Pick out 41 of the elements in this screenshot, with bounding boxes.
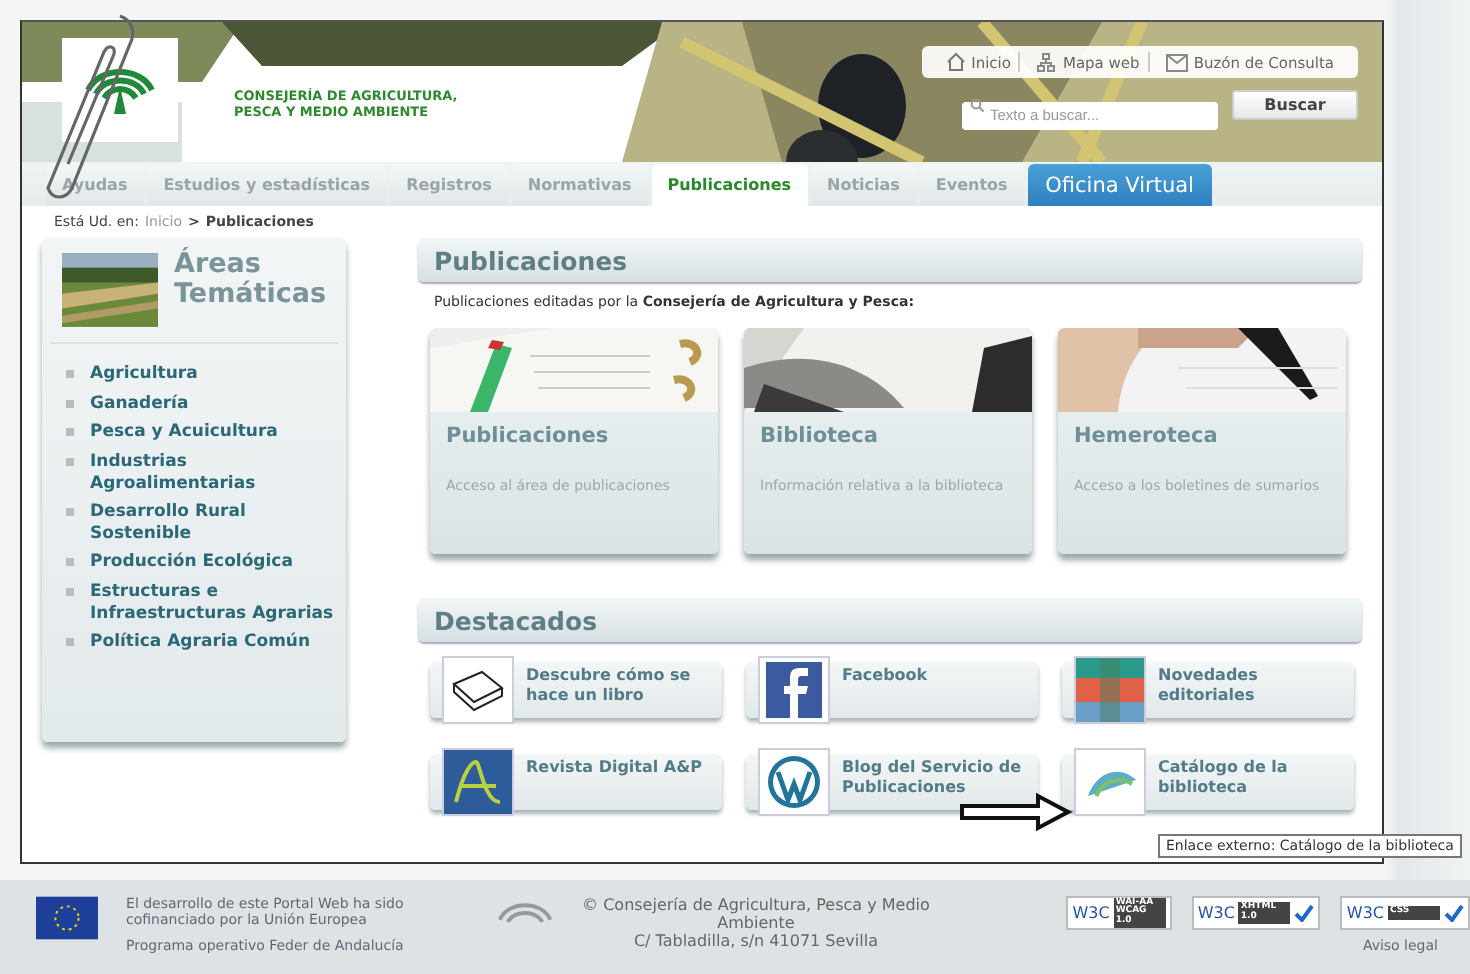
featured-link[interactable]: Descubre cómo se hace un libro [430,662,722,718]
featured-link[interactable]: Catálogo de la biblioteca [1062,754,1354,810]
mail-icon [1165,53,1188,71]
facebook-icon [766,662,822,718]
bullet-icon [66,457,74,466]
bullet-icon [66,399,74,408]
sidebar-link[interactable]: Industrias Agroalimentarias [90,451,346,495]
arrow-icon [960,792,1072,832]
publisher-text: © Consejería de Agricultura, Pesca y Medio Ambiente [581,896,931,933]
featured-link[interactable]: Novedades editoriales [1062,662,1354,718]
nav-tab[interactable]: Publicaciones [651,164,808,206]
bullet-icon [66,428,74,437]
sidebar-link[interactable]: Ganadería [90,393,189,415]
featured-link[interactable]: Revista Digital A&P [430,754,722,810]
bullet-icon [66,370,74,378]
sidebar-link[interactable]: Agricultura [90,364,198,386]
sidebar-link[interactable]: Desarrollo Rural Sostenible [90,502,346,545]
bullet-icon [66,638,74,647]
sitemap-icon [1036,52,1057,72]
eu-flag-icon [36,896,99,940]
bullet-icon [66,588,74,596]
sidebar-link[interactable]: Política Agraria Común [90,632,311,654]
mosaic-icon [1076,658,1144,722]
sidebar-link[interactable]: Pesca y Acuicultura [90,422,278,444]
home-icon [945,52,966,72]
search-button[interactable]: Buscar [1232,90,1358,120]
nav-tab[interactable]: Oficina Virtual [1027,164,1212,206]
sidebar-link[interactable]: Producción Ecológica [90,552,293,574]
bullet-icon [66,558,74,567]
book-icon [450,668,506,712]
sidebar-link[interactable]: Estructuras e Infraestructuras Agrarias [90,582,346,625]
wordpress-icon [766,754,822,810]
featured-link[interactable]: Facebook [746,662,1038,718]
sidebar-title: Áreas Temáticas [174,250,326,314]
search-icon [970,97,984,111]
featured-link[interactable]: Blog del Servicio de Publicaciones [746,754,1038,810]
magazine-cover-icon [444,750,512,814]
address-text: C/ Tabladilla, s/n 41071 Sevilla [633,932,878,952]
bullet-icon [66,508,74,517]
section-title: Destacados [434,605,598,635]
section-title: Publicaciones [434,245,628,275]
